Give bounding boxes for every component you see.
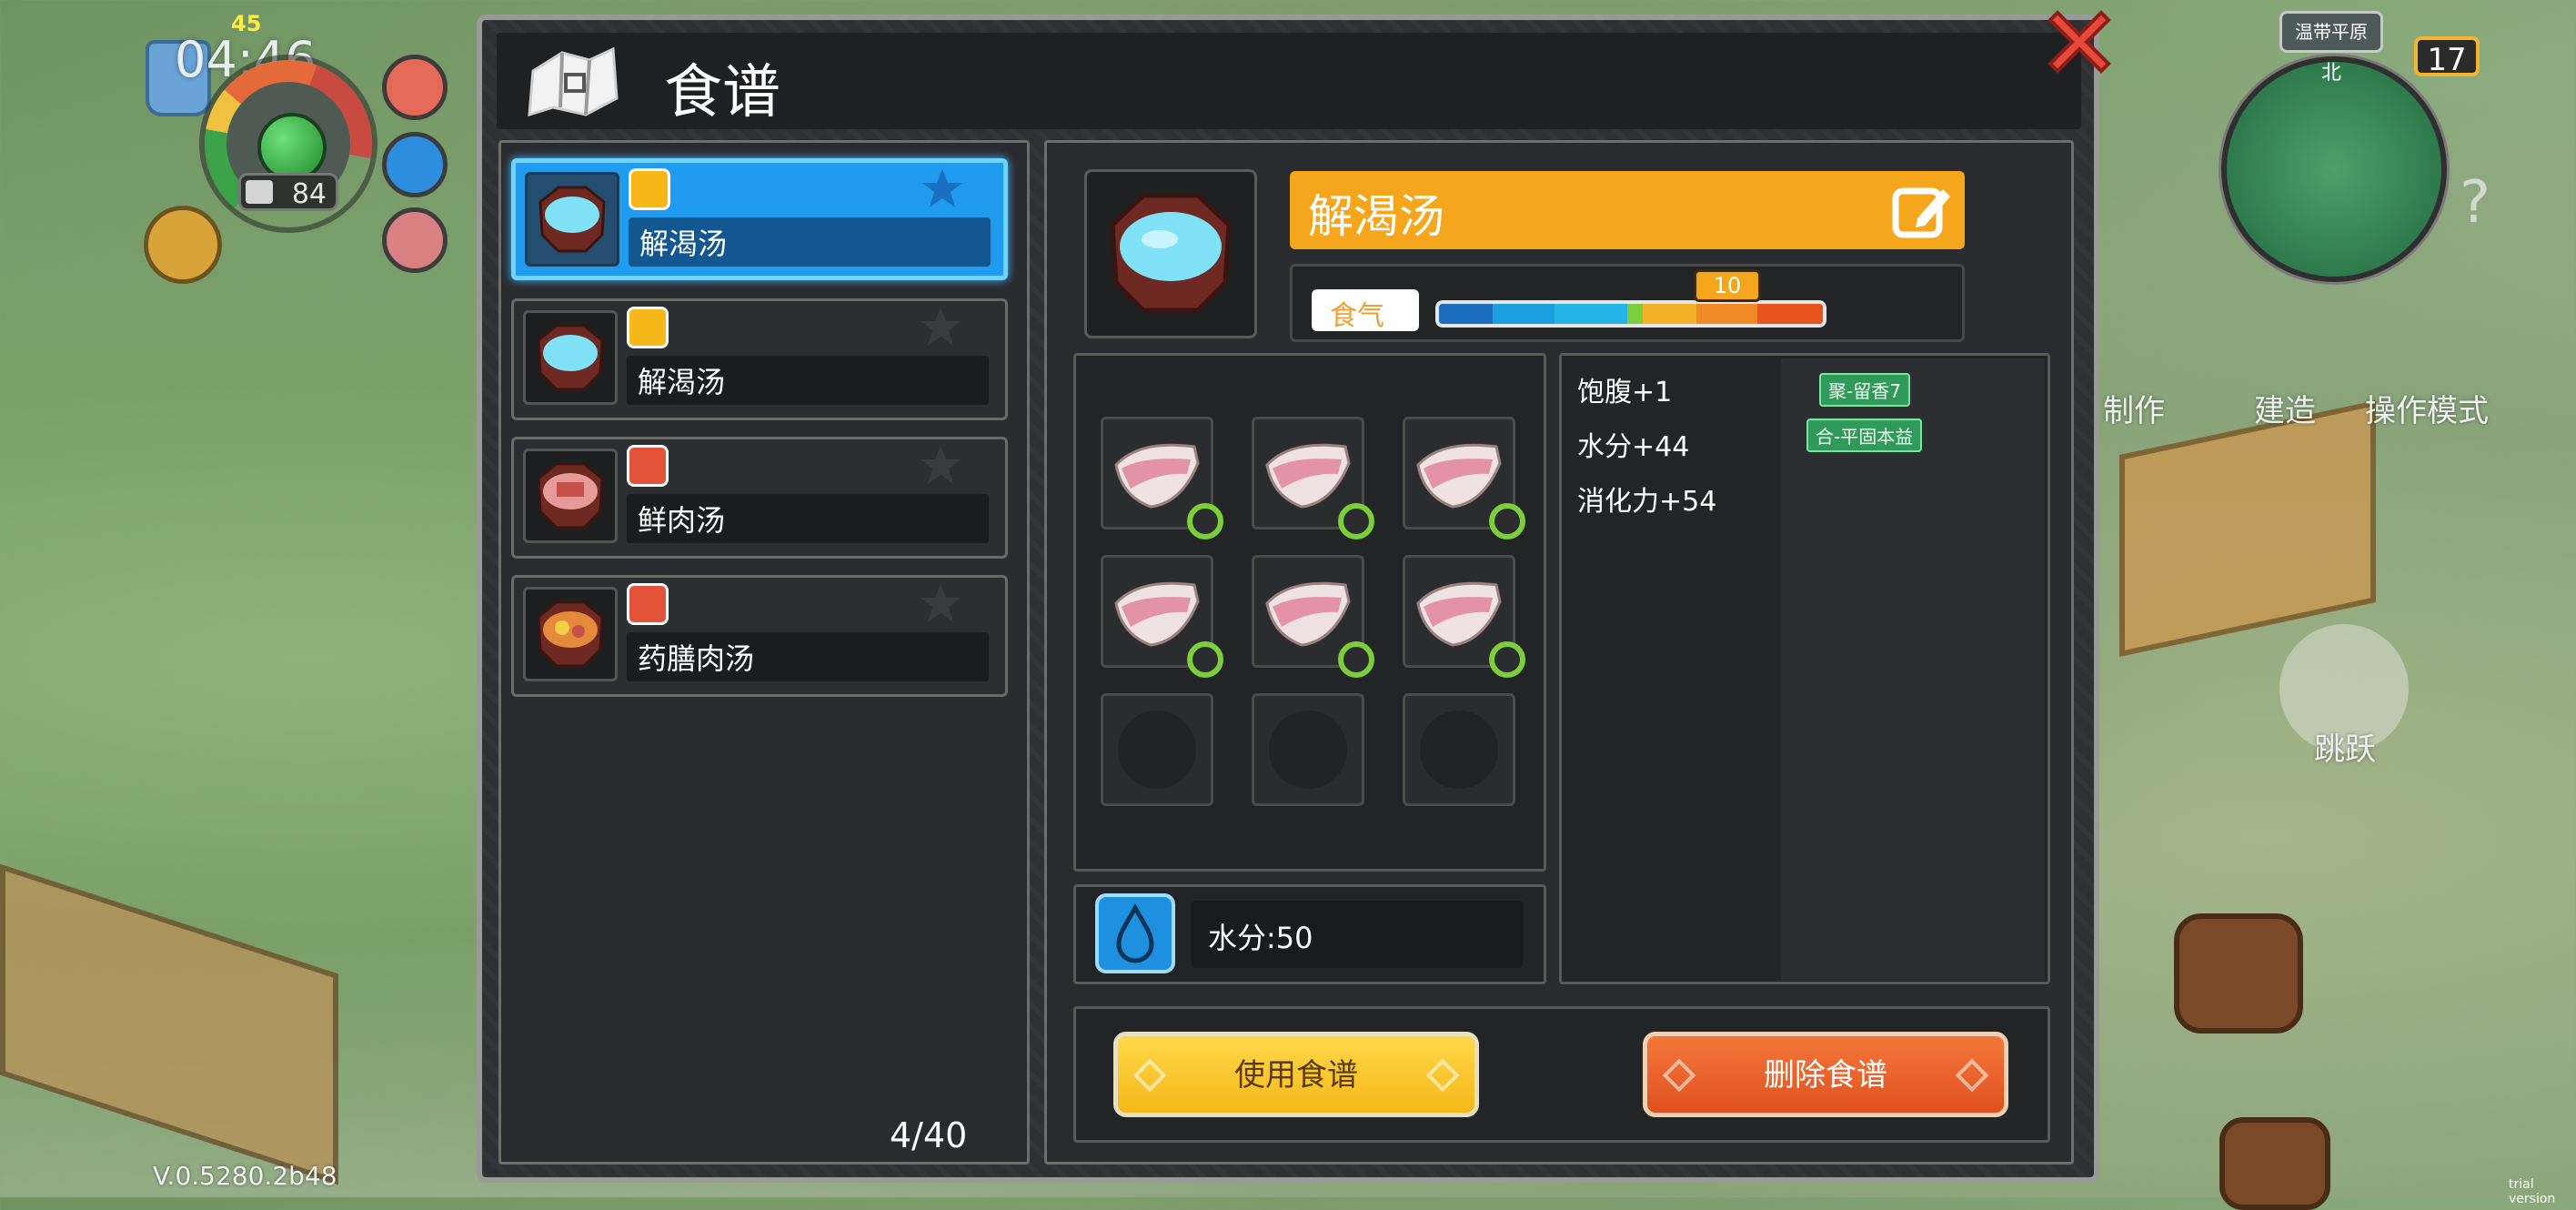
ingredient-slot[interactable] xyxy=(1252,693,1364,806)
dialog-title: 食谱 xyxy=(664,59,780,126)
category-badge-icon xyxy=(629,168,670,210)
ingredient-slot[interactable] xyxy=(1252,555,1374,678)
north-indicator: 北 xyxy=(2321,62,2342,85)
recipe-name: 解渴汤 xyxy=(638,365,726,399)
recipe-item[interactable]: 解渴汤 xyxy=(511,158,1008,280)
ingredient-slot[interactable] xyxy=(1101,555,1223,678)
water-bowl-prop xyxy=(2174,913,2303,1034)
ingredient-slot[interactable] xyxy=(1252,417,1374,539)
check-ring-icon xyxy=(1338,641,1374,678)
wooden-structure xyxy=(0,863,338,1185)
recipe-thumbnail xyxy=(523,310,618,405)
edit-icon[interactable] xyxy=(1890,178,1954,242)
favorite-star-icon[interactable] xyxy=(920,166,965,212)
jump-button[interactable]: 跳跃 xyxy=(2314,724,2376,769)
water-drop-icon[interactable] xyxy=(382,132,448,197)
check-ring-icon xyxy=(1187,641,1223,678)
empty-slot-icon xyxy=(1269,711,1347,789)
button-ornament xyxy=(1132,1058,1167,1093)
qi-bar xyxy=(1435,300,1826,328)
soup-bowl-icon xyxy=(1110,193,1232,313)
help-icon[interactable]: ? xyxy=(2460,169,2490,237)
effect-tag: 合-平固本益 xyxy=(1806,418,1923,452)
recipe-thumbnail xyxy=(523,587,618,681)
effect-line: 消化力+54 xyxy=(1577,486,1717,518)
mount-icon[interactable] xyxy=(144,206,222,284)
category-badge-icon xyxy=(627,445,669,487)
category-badge-icon xyxy=(627,583,669,625)
empty-slot-icon xyxy=(1420,711,1498,789)
favorite-star-icon[interactable] xyxy=(918,443,963,489)
recipe-item[interactable]: 鲜肉汤 xyxy=(511,437,1008,559)
meat-icon[interactable] xyxy=(382,55,448,120)
use-recipe-label: 使用食谱 xyxy=(1234,1057,1358,1094)
time-badge: 45 xyxy=(231,11,262,36)
strength-icon xyxy=(246,180,273,204)
check-ring-icon xyxy=(1489,641,1525,678)
water-value: 水分:50 xyxy=(1208,921,1313,955)
ingredient-slot[interactable] xyxy=(1403,417,1525,539)
water-drop-icon xyxy=(1095,893,1175,973)
close-icon[interactable] xyxy=(2038,0,2121,84)
check-ring-icon xyxy=(1338,503,1374,539)
battery-indicator: 17 xyxy=(2414,36,2480,78)
recipe-thumbnail xyxy=(523,449,618,543)
recipe-detail-name: 解渴汤 xyxy=(1308,190,1444,243)
ingredient-slot[interactable] xyxy=(1101,693,1213,806)
recipe-name: 鲜肉汤 xyxy=(638,503,726,538)
category-badge-icon xyxy=(627,307,669,348)
version-label: V.0.5280.2b48 xyxy=(153,1161,337,1191)
recipe-large-thumbnail xyxy=(1084,169,1257,338)
use-recipe-button[interactable]: 使用食谱 xyxy=(1113,1032,1479,1117)
recipe-page-count: 4/40 xyxy=(890,1115,968,1155)
qi-label: 食气 xyxy=(1330,300,1384,332)
herbal-meat-soup-icon xyxy=(537,600,604,668)
status-orb-icon xyxy=(257,113,327,182)
empty-slot-icon xyxy=(1118,711,1196,789)
trial-label: trial version xyxy=(2509,1177,2556,1206)
qi-value-marker: 10 xyxy=(1694,269,1761,302)
recipe-book-icon xyxy=(528,46,619,117)
soup-bowl-icon xyxy=(537,324,604,391)
ingredient-slot[interactable] xyxy=(1101,417,1223,539)
effect-line: 水分+44 xyxy=(1577,431,1690,463)
brain-icon[interactable] xyxy=(382,207,448,273)
button-ornament xyxy=(1662,1058,1696,1093)
recipe-item[interactable]: 药膳肉汤 xyxy=(511,575,1008,697)
wooden-structure xyxy=(2119,400,2376,657)
recipe-item[interactable]: 解渴汤 xyxy=(511,298,1008,420)
minimap[interactable] xyxy=(2221,56,2447,282)
control-mode-button[interactable]: 操作模式 xyxy=(2365,386,2489,430)
soup-bowl-icon xyxy=(538,186,606,253)
recipe-name: 药膳肉汤 xyxy=(638,641,755,676)
effect-tag: 聚-留香7 xyxy=(1819,373,1910,407)
button-ornament xyxy=(1955,1058,1989,1093)
effect-line: 饱腹+1 xyxy=(1577,377,1673,408)
check-ring-icon xyxy=(1489,503,1525,539)
build-button[interactable]: 建造 xyxy=(2254,386,2316,430)
meat-soup-icon xyxy=(537,462,604,529)
recipe-name: 解渴汤 xyxy=(639,227,728,261)
ingredient-slot[interactable] xyxy=(1403,693,1515,806)
button-ornament xyxy=(1425,1058,1460,1093)
check-ring-icon xyxy=(1187,503,1223,539)
recipe-thumbnail xyxy=(525,172,619,267)
delete-recipe-button[interactable]: 删除食谱 xyxy=(1643,1032,2008,1117)
favorite-star-icon[interactable] xyxy=(918,581,963,627)
ingredient-slot[interactable] xyxy=(1403,555,1525,678)
make-button[interactable]: 制作 xyxy=(2103,386,2165,430)
water-bowl-prop xyxy=(2219,1117,2330,1210)
region-label: 温带平原 xyxy=(2279,11,2383,53)
delete-recipe-label: 删除食谱 xyxy=(1764,1057,1887,1094)
favorite-star-icon[interactable] xyxy=(918,305,963,350)
